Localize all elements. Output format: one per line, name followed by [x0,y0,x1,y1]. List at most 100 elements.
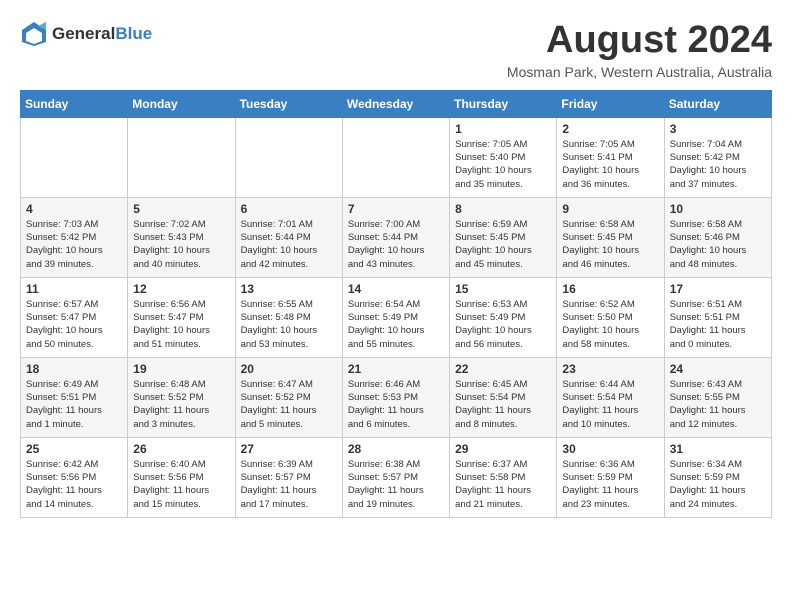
day-number: 20 [241,362,337,376]
day-number: 26 [133,442,229,456]
day-info: Sunrise: 6:34 AM Sunset: 5:59 PM Dayligh… [670,458,766,511]
day-cell: 11 Sunrise: 6:57 AM Sunset: 5:47 PM Dayli… [21,277,128,357]
day-header-monday: Monday [128,90,235,117]
day-number: 3 [670,122,766,136]
logo-blue: Blue [115,24,152,43]
day-cell: 13 Sunrise: 6:55 AM Sunset: 5:48 PM Dayli… [235,277,342,357]
day-info: Sunrise: 6:52 AM Sunset: 5:50 PM Dayligh… [562,298,658,351]
day-number: 30 [562,442,658,456]
day-info: Sunrise: 6:45 AM Sunset: 5:54 PM Dayligh… [455,378,551,431]
day-cell: 9 Sunrise: 6:58 AM Sunset: 5:45 PM Daylig… [557,197,664,277]
day-cell: 27 Sunrise: 6:39 AM Sunset: 5:57 PM Dayli… [235,437,342,517]
day-cell: 17Sunrise: 6:51 AM Sunset: 5:51 PM Dayli… [664,277,771,357]
day-number: 9 [562,202,658,216]
day-number: 27 [241,442,337,456]
day-number: 23 [562,362,658,376]
day-number: 21 [348,362,444,376]
day-number: 1 [455,122,551,136]
day-info: Sunrise: 6:44 AM Sunset: 5:54 PM Dayligh… [562,378,658,431]
day-cell: 1Sunrise: 7:05 AM Sunset: 5:40 PM Daylig… [450,117,557,197]
day-cell [128,117,235,197]
day-info: Sunrise: 6:37 AM Sunset: 5:58 PM Dayligh… [455,458,551,511]
day-number: 19 [133,362,229,376]
day-info: Sunrise: 6:48 AM Sunset: 5:52 PM Dayligh… [133,378,229,431]
day-number: 5 [133,202,229,216]
day-info: Sunrise: 6:39 AM Sunset: 5:57 PM Dayligh… [241,458,337,511]
day-info: Sunrise: 6:58 AM Sunset: 5:46 PM Dayligh… [670,218,766,271]
day-info: Sunrise: 6:46 AM Sunset: 5:53 PM Dayligh… [348,378,444,431]
day-number: 16 [562,282,658,296]
day-info: Sunrise: 6:59 AM Sunset: 5:45 PM Dayligh… [455,218,551,271]
day-cell: 28 Sunrise: 6:38 AM Sunset: 5:57 PM Dayli… [342,437,449,517]
day-cell: 22 Sunrise: 6:45 AM Sunset: 5:54 PM Dayli… [450,357,557,437]
day-info: Sunrise: 7:00 AM Sunset: 5:44 PM Dayligh… [348,218,444,271]
title-block: August 2024 Mosman Park, Western Austral… [507,20,772,80]
day-cell: 19 Sunrise: 6:48 AM Sunset: 5:52 PM Dayli… [128,357,235,437]
day-cell [342,117,449,197]
day-header-friday: Friday [557,90,664,117]
day-cell: 24 Sunrise: 6:43 AM Sunset: 5:55 PM Dayli… [664,357,771,437]
day-cell: 26 Sunrise: 6:40 AM Sunset: 5:56 PM Dayli… [128,437,235,517]
day-number: 15 [455,282,551,296]
day-number: 14 [348,282,444,296]
day-number: 22 [455,362,551,376]
location-subtitle: Mosman Park, Western Australia, Australi… [507,64,772,80]
day-cell: 2 Sunrise: 7:05 AM Sunset: 5:41 PM Daylig… [557,117,664,197]
day-number: 2 [562,122,658,136]
day-cell: 5Sunrise: 7:02 AM Sunset: 5:43 PM Daylig… [128,197,235,277]
day-number: 29 [455,442,551,456]
calendar-table: SundayMondayTuesdayWednesdayThursdayFrid… [20,90,772,518]
page-header: GeneralBlue August 2024 Mosman Park, Wes… [20,20,772,80]
day-number: 24 [670,362,766,376]
day-cell: 29 Sunrise: 6:37 AM Sunset: 5:58 PM Dayli… [450,437,557,517]
day-info: Sunrise: 6:56 AM Sunset: 5:47 PM Dayligh… [133,298,229,351]
logo-icon [20,20,48,48]
day-cell: 15Sunrise: 6:53 AM Sunset: 5:49 PM Dayli… [450,277,557,357]
day-cell: 3 Sunrise: 7:04 AM Sunset: 5:42 PM Daylig… [664,117,771,197]
day-header-sunday: Sunday [21,90,128,117]
day-info: Sunrise: 6:47 AM Sunset: 5:52 PM Dayligh… [241,378,337,431]
day-number: 10 [670,202,766,216]
day-number: 17 [670,282,766,296]
day-cell: 6Sunrise: 7:01 AM Sunset: 5:44 PM Daylig… [235,197,342,277]
day-cell [21,117,128,197]
day-cell: 10 Sunrise: 6:58 AM Sunset: 5:46 PM Dayli… [664,197,771,277]
day-cell: 18 Sunrise: 6:49 AM Sunset: 5:51 PM Dayli… [21,357,128,437]
day-info: Sunrise: 6:49 AM Sunset: 5:51 PM Dayligh… [26,378,122,431]
day-info: Sunrise: 6:40 AM Sunset: 5:56 PM Dayligh… [133,458,229,511]
day-cell: 30 Sunrise: 6:36 AM Sunset: 5:59 PM Dayli… [557,437,664,517]
day-number: 8 [455,202,551,216]
day-number: 7 [348,202,444,216]
day-info: Sunrise: 6:38 AM Sunset: 5:57 PM Dayligh… [348,458,444,511]
day-header-tuesday: Tuesday [235,90,342,117]
day-info: Sunrise: 6:57 AM Sunset: 5:47 PM Dayligh… [26,298,122,351]
day-number: 13 [241,282,337,296]
month-year-title: August 2024 [507,20,772,62]
day-info: Sunrise: 7:05 AM Sunset: 5:41 PM Dayligh… [562,138,658,191]
day-cell: 12Sunrise: 6:56 AM Sunset: 5:47 PM Dayli… [128,277,235,357]
day-info: Sunrise: 6:58 AM Sunset: 5:45 PM Dayligh… [562,218,658,271]
day-cell: 7 Sunrise: 7:00 AM Sunset: 5:44 PM Daylig… [342,197,449,277]
day-info: Sunrise: 7:01 AM Sunset: 5:44 PM Dayligh… [241,218,337,271]
day-number: 11 [26,282,122,296]
day-info: Sunrise: 6:43 AM Sunset: 5:55 PM Dayligh… [670,378,766,431]
day-info: Sunrise: 6:36 AM Sunset: 5:59 PM Dayligh… [562,458,658,511]
day-header-saturday: Saturday [664,90,771,117]
day-cell: 16 Sunrise: 6:52 AM Sunset: 5:50 PM Dayli… [557,277,664,357]
day-cell: 31 Sunrise: 6:34 AM Sunset: 5:59 PM Dayli… [664,437,771,517]
day-number: 28 [348,442,444,456]
day-number: 31 [670,442,766,456]
day-info: Sunrise: 7:04 AM Sunset: 5:42 PM Dayligh… [670,138,766,191]
day-header-wednesday: Wednesday [342,90,449,117]
day-number: 18 [26,362,122,376]
calendar-body: 1Sunrise: 7:05 AM Sunset: 5:40 PM Daylig… [21,117,772,517]
day-info: Sunrise: 7:03 AM Sunset: 5:42 PM Dayligh… [26,218,122,271]
day-info: Sunrise: 6:55 AM Sunset: 5:48 PM Dayligh… [241,298,337,351]
logo: GeneralBlue [20,20,152,48]
day-info: Sunrise: 6:42 AM Sunset: 5:56 PM Dayligh… [26,458,122,511]
day-cell: 4Sunrise: 7:03 AM Sunset: 5:42 PM Daylig… [21,197,128,277]
day-cell: 8 Sunrise: 6:59 AM Sunset: 5:45 PM Daylig… [450,197,557,277]
day-cell: 23 Sunrise: 6:44 AM Sunset: 5:54 PM Dayli… [557,357,664,437]
week-row-2: 4Sunrise: 7:03 AM Sunset: 5:42 PM Daylig… [21,197,772,277]
logo-general: General [52,24,115,43]
